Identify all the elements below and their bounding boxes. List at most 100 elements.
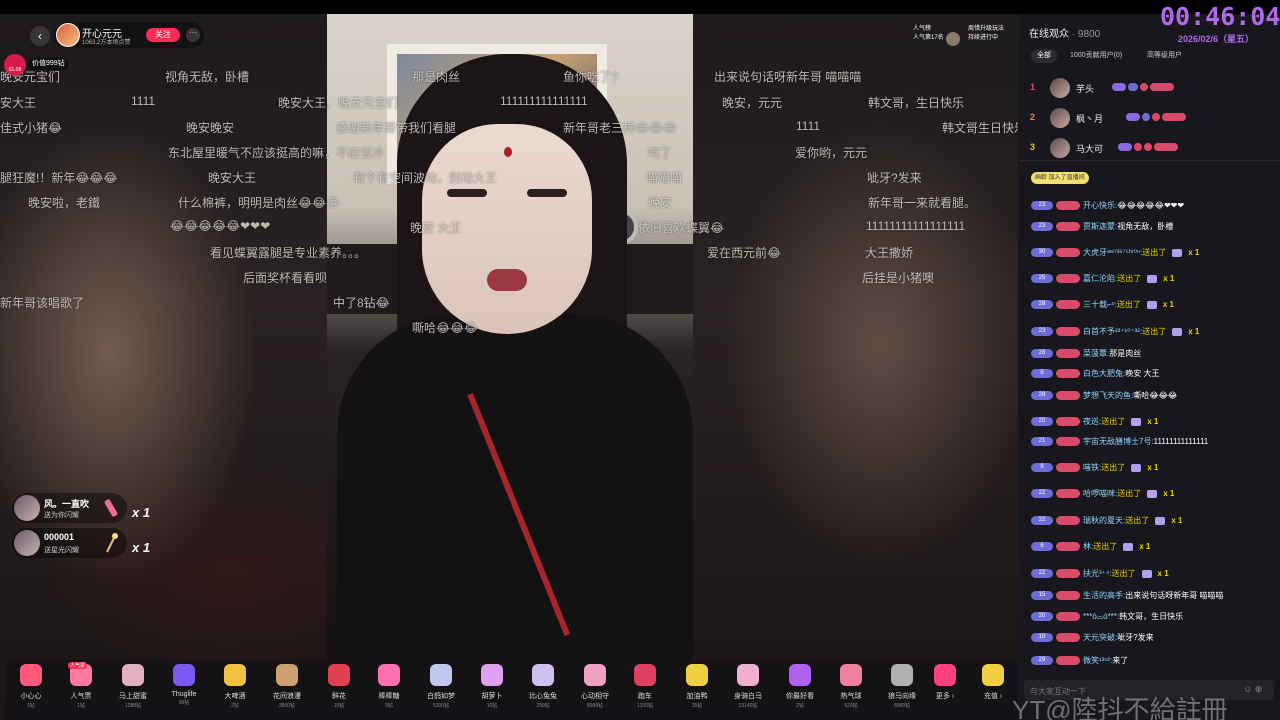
- level-badge: 20: [1031, 417, 1053, 427]
- gift-item[interactable]: 热气球 520钻: [826, 664, 876, 709]
- rank-row[interactable]: 1 芋头: [1030, 78, 1260, 98]
- gift-icon: [891, 664, 913, 686]
- chat-message[interactable]: 10 天元突破:呲牙?发来: [1031, 632, 1271, 646]
- chat-message[interactable]: 28 三十载⌐ᵉ:送出了 x 1: [1031, 299, 1271, 313]
- sent-label: 送出了: [1101, 463, 1126, 472]
- chat-username[interactable]: 菜菠覃:: [1083, 349, 1109, 358]
- fan-badge: [1056, 327, 1080, 337]
- chat-username[interactable]: ***ò⌓ó***:: [1083, 612, 1119, 621]
- gift-item[interactable]: Thuglife 99钻: [159, 664, 209, 706]
- chat-message[interactable]: 23 开心快乐:😂😂😂😂😂❤❤❤: [1031, 200, 1271, 214]
- danmaku-comment: 依旧喜欢蝶翼😂: [638, 221, 725, 235]
- emoji-icon[interactable]: ☺ ⊕: [1243, 684, 1262, 695]
- gift-label: 心动相守: [581, 693, 609, 700]
- gift-item[interactable]: 大啤酒 2钻: [210, 664, 260, 709]
- chat-username[interactable]: 白首不予²³⁺¹⁰⁼³²:: [1083, 327, 1142, 336]
- rank-badge[interactable]: 01.08: [4, 54, 26, 76]
- sent-label: 送出了: [1117, 489, 1142, 498]
- chat-message[interactable]: 20 ***ò⌓ó***:韩文哥，生日快乐: [1031, 611, 1271, 625]
- rank-name: 枫丶月: [1076, 114, 1104, 124]
- back-button[interactable]: ‹: [30, 26, 50, 46]
- gift-item[interactable]: 身骑白马 13140钻: [723, 664, 773, 709]
- avatar: [1050, 108, 1070, 128]
- chat-message[interactable]: 22 扶光³⁺⁴:送出了 x 1: [1031, 568, 1271, 582]
- gift-label: 人气票: [70, 693, 92, 700]
- chat-message[interactable]: 28 菜菠覃:那是肉丝: [1031, 348, 1271, 362]
- chat-message[interactable]: 30 大虎牙ᵃʷ⁷³⁶⁷⁵ʰʳ⁰ⁿ:送出了 x 1: [1031, 247, 1271, 261]
- gift-item[interactable]: 马上甜蜜 1288钻: [108, 664, 158, 709]
- gift-icon: [789, 664, 811, 686]
- gift-item[interactable]: 加油鸭 15钻: [672, 664, 722, 709]
- chat-message[interactable]: 28 梦想飞天的鱼:嘶哈😂😂😂: [1031, 390, 1271, 404]
- chat-username[interactable]: 宇宙无敌膳博士7号:: [1083, 437, 1154, 446]
- chat-username[interactable]: 大虎牙ᵃʷ⁷³⁶⁷⁵ʰʳ⁰ⁿ:: [1083, 248, 1142, 257]
- gift-item[interactable]: 鲜花 10钻: [314, 664, 364, 709]
- chat-message[interactable]: 22 瑞秋的夏天:送出了 x 1: [1031, 515, 1271, 529]
- gift-label: 鲜花: [332, 693, 346, 700]
- danmaku-comment: 鱼你吃了?: [563, 70, 618, 84]
- chat-username[interactable]: 瑞秋的夏天:: [1083, 516, 1125, 525]
- chat-username[interactable]: 白色大肥兔:: [1083, 369, 1125, 378]
- gift-count: x 1: [1147, 463, 1159, 472]
- chat-username[interactable]: 贾斯迦蒙:: [1083, 222, 1117, 231]
- gift-item[interactable]: 你最好看 2钻: [775, 664, 825, 709]
- chat-message[interactable]: 9 嗤铁:送出了 x 1: [1031, 462, 1271, 476]
- rank-row[interactable]: 3 马大可: [1030, 138, 1260, 158]
- gift-icon: [1155, 516, 1166, 525]
- rank-name: 芋头: [1076, 84, 1095, 94]
- chat-username[interactable]: 开心快乐:: [1083, 201, 1117, 210]
- follow-button[interactable]: 关注: [146, 28, 180, 42]
- danmaku-comment: 东北屋里暖气不应该挺高的嘛，不应该冷: [168, 146, 385, 160]
- gift-item[interactable]: 人气票 1钻: [56, 664, 106, 709]
- gift-icon: [328, 664, 350, 686]
- chat-username[interactable]: 三十载⌐ᵉ:: [1083, 300, 1117, 309]
- chat-username[interactable]: 林:: [1083, 542, 1093, 551]
- upgrade-tip[interactable]: 周惜升级玩法 持续进行中: [968, 25, 1004, 43]
- chat-message[interactable]: 20 夜巡:送出了 x 1: [1031, 416, 1271, 430]
- gift-icon: [430, 664, 452, 686]
- gift-item[interactable]: 花间浪漫 3500钻: [262, 664, 312, 709]
- chat-message[interactable]: 25 嘉仁沦陷:送出了 x 1: [1031, 273, 1271, 287]
- rank-row[interactable]: 2 枫丶月: [1030, 108, 1260, 128]
- chat-username[interactable]: 哈啰喵咪:: [1083, 489, 1117, 498]
- more-options-button[interactable]: ···: [186, 28, 200, 42]
- chat-username[interactable]: 天元突破:: [1083, 633, 1117, 642]
- chat-username[interactable]: 嘉仁沦陷:: [1083, 274, 1117, 283]
- chat-message[interactable]: 29 微笑¹³ᵒ²:来了: [1031, 655, 1271, 669]
- chat-message[interactable]: 8 白色大肥兔:晚安 大王: [1031, 368, 1271, 382]
- chat-username[interactable]: 嗤铁:: [1083, 463, 1101, 472]
- host-avatar[interactable]: [56, 23, 80, 47]
- popularity-rank[interactable]: 人气榜 人气第17名: [913, 25, 944, 43]
- tab-high-level[interactable]: 高等级用户: [1141, 49, 1188, 63]
- gift-item[interactable]: 白鸽如梦 5200钻: [416, 664, 466, 709]
- gift-icon: [934, 664, 956, 686]
- chat-message[interactable]: 23 贾斯迦蒙:视角无敌，卧槽: [1031, 221, 1271, 235]
- chat-message[interactable]: 23 白首不予²³⁺¹⁰⁼³²:送出了 x 1: [1031, 326, 1271, 340]
- gift-item[interactable]: 胡萝卜 10钻: [467, 664, 517, 709]
- chat-username[interactable]: 扶光³⁺⁴:: [1083, 569, 1112, 578]
- chat-username[interactable]: 微笑¹³ᵒ²:: [1083, 656, 1112, 665]
- gift-icon: [1172, 248, 1183, 257]
- gift-item[interactable]: 比心兔兔 299钻: [518, 664, 568, 709]
- popularity-label: 人气榜: [913, 26, 932, 32]
- chat-message[interactable]: 22 哈啰喵咪:送出了 x 1: [1031, 488, 1271, 502]
- tab-contributors[interactable]: 1000贡献用户(0): [1064, 49, 1128, 63]
- danmaku-comment: 吃了: [648, 146, 673, 160]
- gift-item[interactable]: 更多 ›: [920, 664, 970, 702]
- gift-item[interactable]: 充值 ›: [968, 664, 1018, 702]
- chat-username[interactable]: 生活的高手:: [1083, 591, 1125, 600]
- chat-message[interactable]: 21 宇宙无敌膳博士7号:11111111111111: [1031, 436, 1271, 450]
- chat-username[interactable]: 梦想飞天的鱼:: [1083, 391, 1133, 400]
- gift-icon: [1141, 569, 1152, 578]
- chat-username[interactable]: 夜巡:: [1083, 417, 1101, 426]
- gift-item[interactable]: 小心心 1钻: [6, 664, 56, 709]
- gift-item[interactable]: 跑车 1200钻: [620, 664, 670, 709]
- tab-all[interactable]: 全部: [1031, 49, 1057, 63]
- gift-item[interactable]: 棒棒糖 9钻: [364, 664, 414, 709]
- gift-icon: [481, 664, 503, 686]
- gift-item[interactable]: 心动相守 8999钻: [570, 664, 620, 709]
- chat-message[interactable]: 6 林:送出了 x 1: [1031, 541, 1271, 555]
- fan-badge: [1056, 300, 1080, 310]
- chat-message[interactable]: 15 生活的高手:出来说句话呀新年哥 喵喵喵: [1031, 590, 1271, 604]
- gift-icon: [122, 664, 144, 686]
